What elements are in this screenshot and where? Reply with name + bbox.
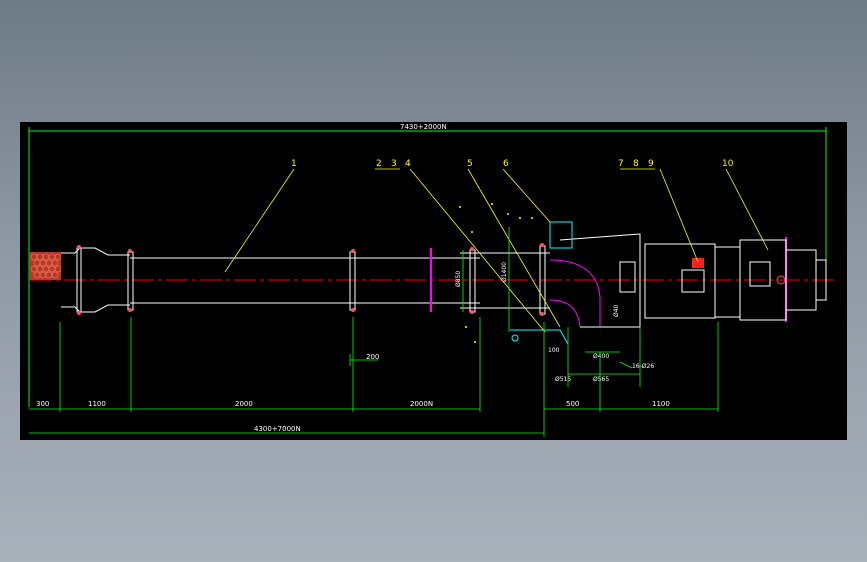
callout-2: 2 bbox=[376, 159, 382, 169]
port-dim-100: 100 bbox=[548, 347, 560, 354]
port-dim-400: Ø400 bbox=[593, 353, 609, 360]
callout-10: 10 bbox=[722, 159, 734, 169]
callout-5: 5 bbox=[467, 159, 473, 169]
gap-dimension-label: 200 bbox=[366, 353, 379, 361]
actuator-block bbox=[681, 258, 786, 293]
callout-6: 6 bbox=[503, 159, 509, 169]
bottom-dimension-chain bbox=[29, 317, 719, 437]
burner-mesh-tip bbox=[29, 252, 62, 280]
port-dim-565: Ø565 bbox=[593, 376, 609, 383]
port-dim-515: Ø515 bbox=[555, 376, 571, 383]
bottom-dim-1100: 1100 bbox=[88, 400, 106, 408]
vertical-dim-1400: Ø1400 bbox=[501, 262, 508, 282]
inlet-detail bbox=[510, 221, 573, 345]
bottom-dim-300: 300 bbox=[36, 400, 49, 408]
port-dim-16-26: 16-Ø26 bbox=[632, 363, 654, 370]
overall-dimension-bottom-label: 4300+7000N bbox=[254, 425, 301, 433]
bottom-dim-1100-right: 1100 bbox=[652, 400, 670, 408]
overall-dimension-top-label: 7430+2000N bbox=[400, 123, 447, 131]
air-inlet-elbow bbox=[549, 259, 601, 328]
overall-dimension-top bbox=[28, 127, 827, 407]
callout-9: 9 bbox=[648, 159, 654, 169]
bottom-dim-2000: 2000 bbox=[235, 400, 253, 408]
vertical-dim-850: Ø850 bbox=[455, 271, 462, 287]
vertical-dim-40: Ø40 bbox=[613, 304, 620, 317]
callout-3: 3 bbox=[391, 159, 397, 169]
bottom-dim-500: 500 bbox=[566, 400, 579, 408]
callout-8: 8 bbox=[633, 159, 639, 169]
cad-drawing-canvas: 7430+2000N 1 2 3 4 5 6 7 8 9 10 Ø850 Ø14… bbox=[20, 122, 847, 440]
callout-labels: 1 2 3 4 5 6 7 8 9 10 bbox=[291, 159, 734, 169]
callout-1: 1 bbox=[291, 159, 297, 169]
callout-7: 7 bbox=[618, 159, 624, 169]
cad-drawing: 7430+2000N 1 2 3 4 5 6 7 8 9 10 Ø850 Ø14… bbox=[28, 123, 838, 437]
callout-4: 4 bbox=[405, 159, 411, 169]
bottom-dim-2000n: 2000N bbox=[410, 400, 433, 408]
